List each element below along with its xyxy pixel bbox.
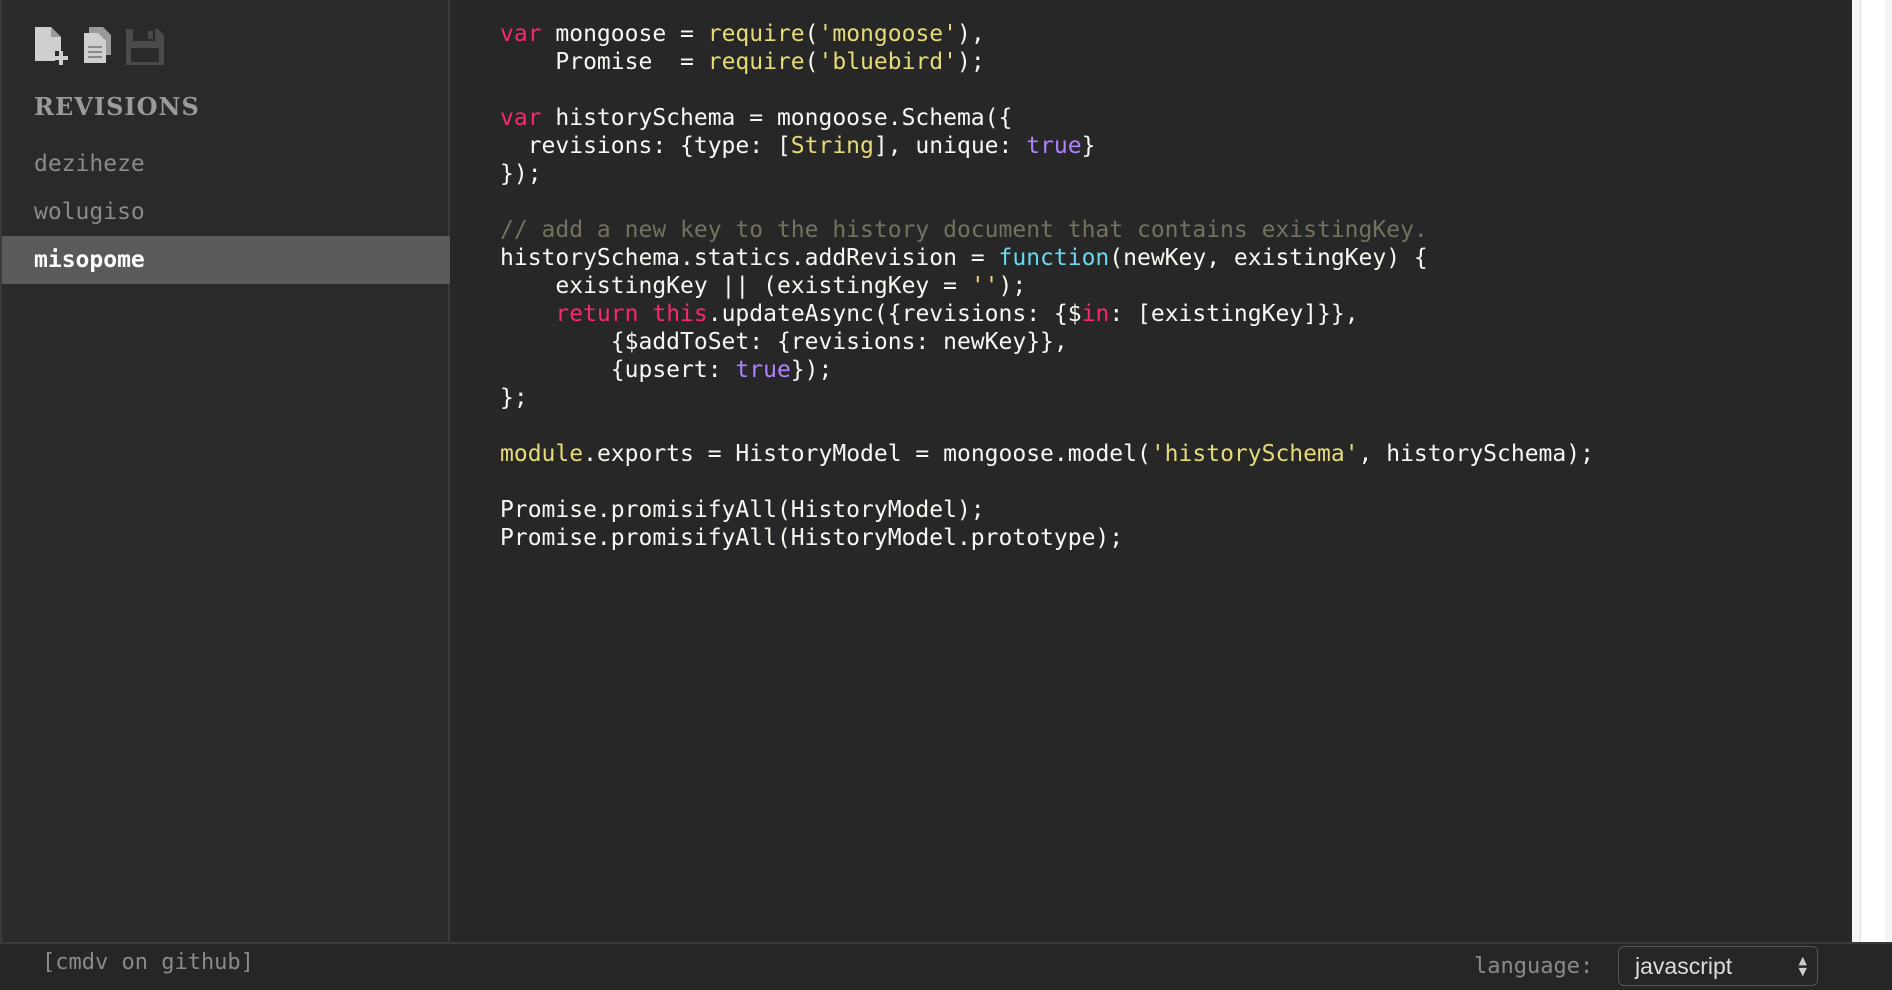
revision-item-deziheze[interactable]: deziheze [2,140,450,188]
new-file-icon [35,27,68,65]
save-icon [126,29,164,65]
language-select-value: javascript [1635,952,1733,979]
language-select[interactable]: javascript ▲ ▼ [1618,946,1818,986]
copy-file-button[interactable] [78,24,120,68]
code-editor[interactable]: var mongoose = require('mongoose'), Prom… [452,0,1852,942]
new-file-button[interactable] [32,24,74,68]
footer: [cmdv on github] language: javascript ▲ ▼ [0,942,1892,990]
scrollbar-thumb[interactable] [1860,0,1885,942]
revision-item-wolugiso[interactable]: wolugiso [2,188,450,236]
revision-item-misopome[interactable]: misopome [2,236,450,284]
revisions-heading: REVISIONS [34,92,200,121]
language-label: language: [1474,954,1594,979]
select-arrows-icon: ▲ ▼ [1798,954,1807,978]
save-button[interactable] [124,24,166,68]
sidebar: REVISIONS deziheze wolugiso misopome [0,0,450,942]
revision-list: deziheze wolugiso misopome [2,140,450,284]
app-window: REVISIONS deziheze wolugiso misopome var… [0,0,1892,990]
code-content[interactable]: var mongoose = require('mongoose'), Prom… [500,20,1594,552]
github-link[interactable]: [cmdv on github] [42,950,254,975]
copy-file-icon [84,27,111,63]
toolbar [32,24,166,68]
